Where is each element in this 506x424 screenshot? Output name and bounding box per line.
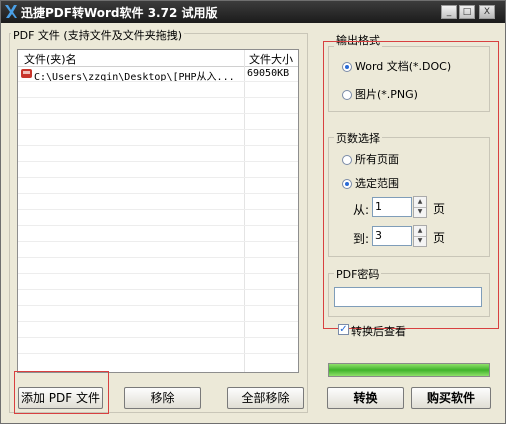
format-word-option[interactable]: Word 文档(*.DOC) — [342, 58, 451, 74]
page-range-option[interactable]: 选定范围 — [342, 175, 399, 191]
output-format-label: 输出格式 — [334, 32, 382, 48]
row-divider — [18, 81, 298, 82]
app-window: 迅捷PDF转Word软件 3.72 试用版 _ □ X PDF 文件 (支持文件… — [0, 0, 506, 424]
minimize-button[interactable]: _ — [441, 5, 457, 19]
column-divider — [244, 50, 245, 372]
view-after-checkbox[interactable]: ✓ — [338, 324, 349, 335]
progress-fill — [329, 364, 489, 376]
format-word-label: Word 文档(*.DOC) — [355, 60, 452, 73]
output-format-group — [328, 46, 490, 112]
pdf-file-icon — [21, 69, 32, 78]
add-pdf-file-button[interactable]: 添加 PDF 文件 — [18, 387, 103, 409]
file-list[interactable]: 文件(夹)名 文件大小 C:\Users\zzqin\Desktop\[PHP从… — [17, 49, 299, 373]
spin-down-icon[interactable]: ▼ — [414, 236, 426, 246]
row-divider — [18, 353, 298, 354]
row-divider — [18, 337, 298, 338]
from-page-unit: 页 — [433, 202, 446, 216]
column-header-size[interactable]: 文件大小 — [249, 51, 293, 67]
progress-bar — [328, 363, 490, 377]
column-header-name[interactable]: 文件(夹)名 — [24, 51, 77, 67]
view-after-label: 转换后查看 — [351, 325, 406, 338]
radio-unselected-icon[interactable] — [342, 155, 352, 165]
spin-down-icon[interactable]: ▼ — [414, 207, 426, 217]
remove-button[interactable]: 移除 — [124, 387, 201, 409]
row-divider — [18, 145, 298, 146]
file-list-header: 文件(夹)名 文件大小 — [18, 50, 298, 67]
title-bar[interactable]: 迅捷PDF转Word软件 3.72 试用版 _ □ X — [1, 1, 505, 23]
page-range-label: 选定范围 — [355, 177, 399, 190]
radio-selected-icon[interactable] — [342, 62, 352, 72]
maximize-button[interactable]: □ — [459, 5, 475, 19]
radio-selected-icon[interactable] — [342, 179, 352, 189]
window-title: 迅捷PDF转Word软件 3.72 试用版 — [21, 6, 218, 20]
row-divider — [18, 289, 298, 290]
to-page-input[interactable]: 3 — [372, 226, 412, 246]
page-all-label: 所有页面 — [355, 153, 399, 166]
row-divider — [18, 257, 298, 258]
page-select-label: 页数选择 — [334, 130, 382, 146]
row-divider — [18, 321, 298, 322]
from-label: 从: — [353, 203, 370, 217]
row-divider — [18, 161, 298, 162]
row-divider — [18, 97, 298, 98]
to-page-stepper[interactable]: ▲ ▼ — [413, 225, 427, 247]
format-png-option[interactable]: 图片(*.PNG) — [342, 86, 418, 102]
app-logo-icon — [5, 5, 17, 18]
from-page-stepper[interactable]: ▲ ▼ — [413, 196, 427, 218]
file-size-cell: 69050KB — [247, 68, 290, 79]
page-all-option[interactable]: 所有页面 — [342, 151, 399, 167]
pdf-password-input[interactable] — [334, 287, 482, 307]
format-png-label: 图片(*.PNG) — [355, 88, 418, 101]
close-button[interactable]: X — [479, 5, 495, 19]
pdf-password-label: PDF密码 — [334, 266, 382, 282]
row-divider — [18, 305, 298, 306]
row-divider — [18, 129, 298, 130]
row-divider — [18, 273, 298, 274]
row-divider — [18, 241, 298, 242]
row-divider — [18, 113, 298, 114]
from-page-input[interactable]: 1 — [372, 197, 412, 217]
pdf-file-group-label: PDF 文件 (支持文件及文件夹拖拽) — [11, 27, 185, 43]
row-divider — [18, 225, 298, 226]
remove-all-button[interactable]: 全部移除 — [227, 387, 304, 409]
to-label: 到: — [353, 232, 370, 246]
row-divider — [18, 193, 298, 194]
to-page-unit: 页 — [433, 231, 446, 245]
row-divider — [18, 209, 298, 210]
radio-unselected-icon[interactable] — [342, 90, 352, 100]
buy-software-button[interactable]: 购买软件 — [411, 387, 491, 409]
row-divider — [18, 177, 298, 178]
convert-button[interactable]: 转换 — [327, 387, 404, 409]
